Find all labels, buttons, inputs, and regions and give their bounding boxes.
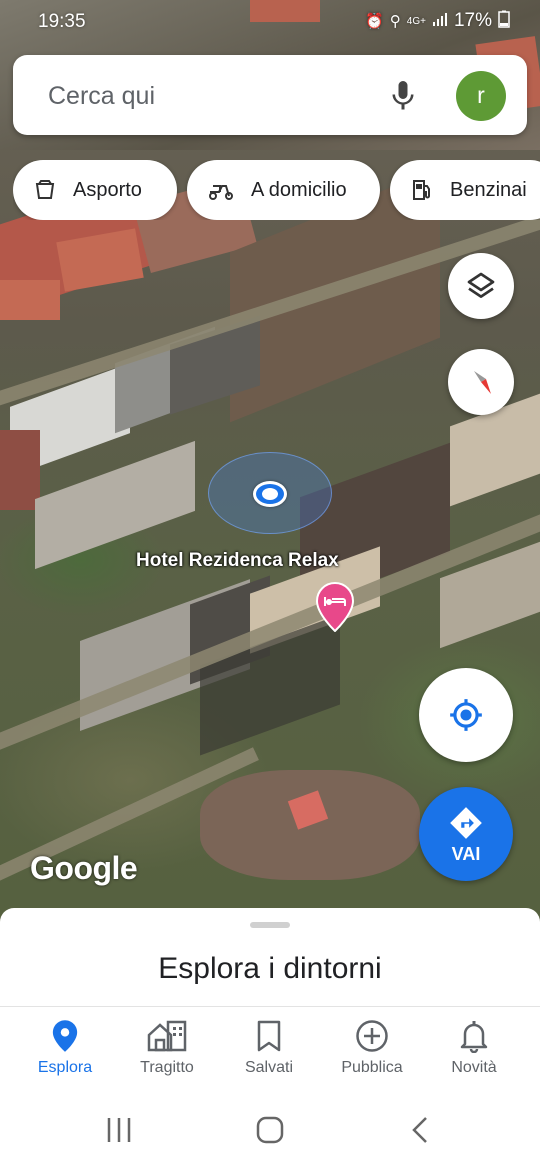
sheet-title: Esplora i dintorni xyxy=(158,952,382,985)
signal-icon xyxy=(432,11,448,31)
chip-benzinai[interactable]: Benzinai xyxy=(390,160,540,220)
nav-label: Novità xyxy=(451,1059,497,1076)
add-circle-icon xyxy=(356,1020,388,1052)
takeout-bag-icon xyxy=(35,180,55,199)
my-location-dot xyxy=(253,481,287,507)
nav-label: Pubblica xyxy=(341,1059,403,1076)
bottom-navigation: Esplora Tragitto Salvati Pubblica Novità xyxy=(0,1006,540,1090)
bookmark-icon xyxy=(257,1020,281,1052)
layers-icon xyxy=(467,272,495,298)
compass-icon xyxy=(474,371,491,394)
nav-pubblica[interactable]: Pubblica xyxy=(322,1019,422,1077)
building xyxy=(0,430,40,510)
crosshair-icon xyxy=(450,699,482,731)
pin-icon xyxy=(52,1020,78,1052)
drag-handle[interactable] xyxy=(250,922,290,928)
nav-salvati[interactable]: Salvati xyxy=(219,1019,319,1077)
search-input[interactable]: Cerca qui xyxy=(48,82,155,111)
google-watermark: Google xyxy=(30,850,138,886)
chip-label: Benzinai xyxy=(450,178,527,201)
search-bar[interactable]: Cerca qui r xyxy=(13,55,527,135)
status-icons: ⏰ ⚲ 4G+ 17% xyxy=(365,10,510,32)
explore-bottom-sheet[interactable]: Esplora i dintorni xyxy=(0,908,540,1008)
location-icon: ⚲ xyxy=(389,13,401,30)
my-location-button[interactable] xyxy=(419,668,513,762)
layers-button[interactable] xyxy=(448,253,514,319)
commute-icon xyxy=(147,1020,187,1052)
status-bar: 19:35 ⏰ ⚲ 4G+ 17% xyxy=(0,0,540,44)
directions-button[interactable]: VAI xyxy=(419,787,513,881)
category-chips: Asporto A domicilio Benzinai xyxy=(13,160,540,220)
recent-apps-icon[interactable] xyxy=(104,1115,134,1145)
directions-label: VAI xyxy=(451,844,481,864)
avatar[interactable]: r xyxy=(456,71,506,121)
home-icon[interactable] xyxy=(255,1115,285,1145)
bell-icon xyxy=(460,1021,488,1053)
microphone-icon[interactable] xyxy=(385,77,421,115)
nav-label: Tragitto xyxy=(140,1059,194,1076)
nav-label: Esplora xyxy=(37,1059,93,1076)
nav-novita[interactable]: Novità xyxy=(424,1019,524,1077)
gas-station-icon xyxy=(413,180,430,200)
network-type-icon: 4G+ xyxy=(406,15,426,27)
nav-esplora[interactable]: Esplora xyxy=(15,1019,115,1077)
place-label[interactable]: Hotel Rezidenca Relax xyxy=(136,550,339,572)
chip-asporto[interactable]: Asporto xyxy=(13,160,177,220)
system-navigation-bar xyxy=(0,1090,540,1170)
nav-label: Salvati xyxy=(244,1059,294,1076)
directions-icon xyxy=(450,807,482,839)
nav-tragitto[interactable]: Tragitto xyxy=(117,1019,217,1077)
chip-a-domicilio[interactable]: A domicilio xyxy=(187,160,380,220)
alarm-icon: ⏰ xyxy=(365,13,384,30)
building xyxy=(0,280,60,320)
battery-percent: 17% xyxy=(453,10,492,31)
back-icon[interactable] xyxy=(406,1115,436,1145)
compass-button[interactable] xyxy=(448,349,514,415)
delivery-scooter-icon xyxy=(209,185,233,200)
hotel-pin-icon[interactable] xyxy=(315,581,355,633)
chip-label: Asporto xyxy=(73,178,142,201)
chip-label: A domicilio xyxy=(251,178,347,201)
battery-icon xyxy=(498,10,510,32)
status-time: 19:35 xyxy=(38,11,86,32)
